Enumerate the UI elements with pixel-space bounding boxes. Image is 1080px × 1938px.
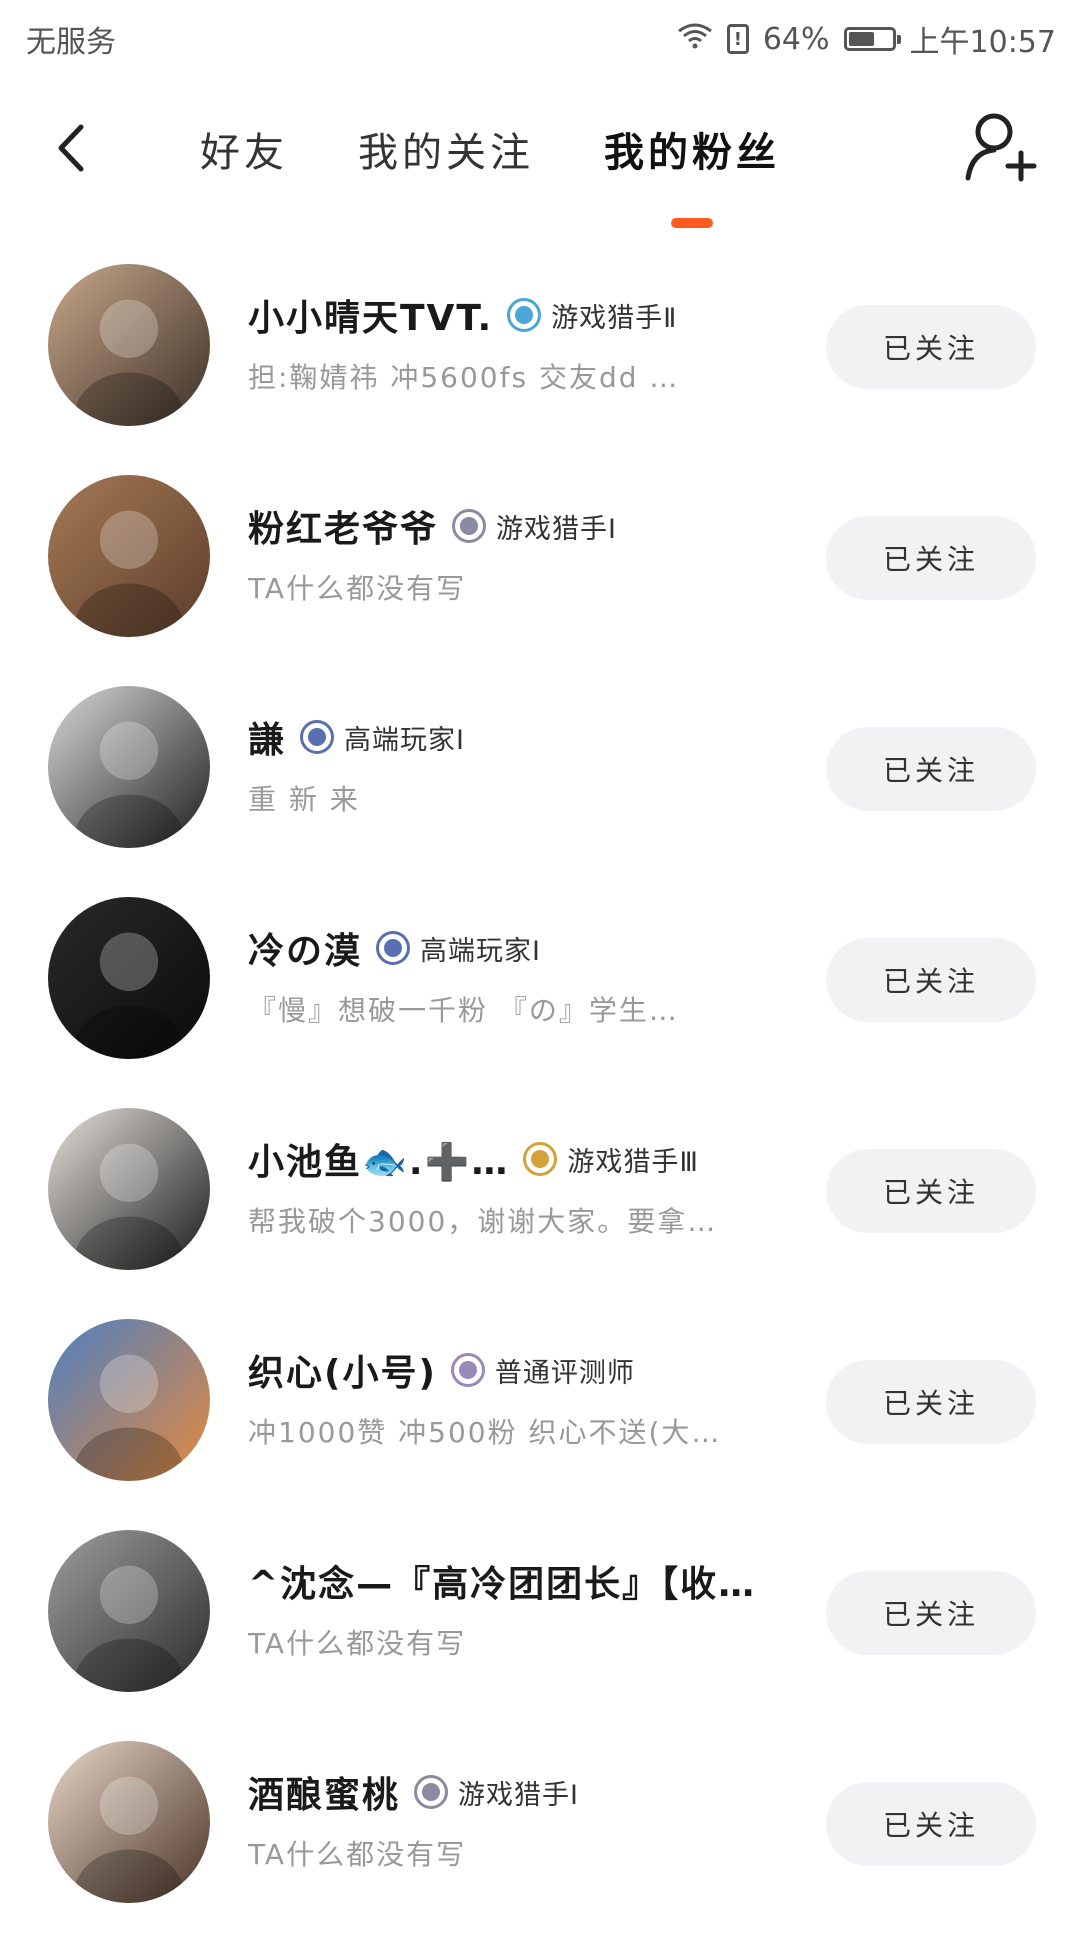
user-name[interactable]: 謙 [248,711,286,763]
level-badge-label: 游戏猎手Ⅰ [458,1779,579,1811]
list-item[interactable]: 小小晴天TVT. 游戏猎手Ⅱ 担:鞠婧祎 冲5600fs 交友dd … 已关注 [0,250,1080,461]
avatar[interactable] [48,1530,210,1692]
list-item[interactable]: 粉红老爷爷 游戏猎手Ⅰ TA什么都没有写 已关注 [0,461,1080,672]
sim-alert-icon: ! [726,24,749,54]
user-name[interactable]: 织心(小号) [248,1344,437,1396]
followed-button[interactable]: 已关注 [826,516,1036,600]
avatar[interactable] [48,897,210,1059]
level-badge-label: 游戏猎手Ⅲ [567,1146,699,1178]
user-bio: TA什么都没有写 [248,1627,467,1660]
followers-list: 小小晴天TVT. 游戏猎手Ⅱ 担:鞠婧祎 冲5600fs 交友dd … 已关注 … [0,250,1080,1938]
name-line: 冷の漠 高端玩家Ⅰ [248,923,808,973]
tab-following[interactable]: 我的关注 [358,118,534,188]
user-info: 粉红老爷爷 游戏猎手Ⅰ TA什么都没有写 [248,501,808,607]
user-bio: 『慢』想破一千粉 『の』学生… [248,994,679,1027]
level-badge-icon [414,1775,449,1809]
add-friend-button[interactable] [962,104,1042,194]
list-item[interactable]: 謙 高端玩家Ⅰ 重 新 来 已关注 [0,672,1080,883]
user-name[interactable]: 冷の漠 [248,922,362,974]
tab-friends-label: 好友 [200,130,288,176]
avatar[interactable] [48,686,210,848]
active-tab-indicator [671,218,713,228]
user-name[interactable]: ^沈念—『高冷团团长』【收… [248,1555,756,1607]
name-line: 謙 高端玩家Ⅰ [248,712,808,762]
level-badge-icon [376,931,411,965]
user-bio: 重 新 来 [248,783,360,816]
followed-button[interactable]: 已关注 [826,305,1036,389]
name-line: 小池鱼🐟.➕… 游戏猎手Ⅲ [248,1134,808,1184]
level-badge-label: 高端玩家Ⅰ [344,724,465,756]
user-info: ^沈念—『高冷团团长』【收… TA什么都没有写 [248,1556,808,1662]
user-bio: TA什么都没有写 [248,572,467,605]
avatar[interactable] [48,1319,210,1481]
list-item[interactable]: ^沈念—『高冷团团长』【收… TA什么都没有写 已关注 [0,1516,1080,1727]
user-bio: TA什么都没有写 [248,1838,467,1871]
followed-button[interactable]: 已关注 [826,727,1036,811]
list-item[interactable]: 织心(小号) 普通评测师 冲1000赞 冲500粉 织心不送(大… 已关注 [0,1305,1080,1516]
tab-followers[interactable]: 我的粉丝 [604,118,780,228]
tab-followers-label: 我的粉丝 [604,130,780,176]
clock: 上午10:57 [909,25,1056,60]
chevron-left-icon [58,124,84,172]
followed-button[interactable]: 已关注 [826,1782,1036,1866]
name-line: 酒酿蜜桃 游戏猎手Ⅰ [248,1767,808,1817]
name-line: 粉红老爷爷 游戏猎手Ⅰ [248,501,808,551]
level-badge-icon [450,1353,485,1387]
user-info: 謙 高端玩家Ⅰ 重 新 来 [248,712,808,818]
battery-icon [843,27,901,51]
name-line: ^沈念—『高冷团团长』【收… [248,1556,808,1606]
followed-button[interactable]: 已关注 [826,1360,1036,1444]
level-badge-label: 高端玩家Ⅰ [420,935,541,967]
user-name[interactable]: 小小晴天TVT. [248,289,493,341]
tab-following-label: 我的关注 [358,130,534,176]
name-line: 小小晴天TVT. 游戏猎手Ⅱ [248,290,808,340]
wifi-icon [677,21,713,57]
user-bio: 冲1000赞 冲500粉 织心不送(大… [248,1416,722,1449]
user-bio: 担:鞠婧祎 冲5600fs 交友dd … [248,361,680,394]
user-name[interactable]: 小池鱼🐟.➕… [248,1133,509,1185]
user-info: 小池鱼🐟.➕… 游戏猎手Ⅲ 帮我破个3000，谢谢大家。要拿… [248,1134,808,1240]
level-badge-icon [523,1142,558,1176]
header: 好友 我的关注 我的粉丝 [0,78,1080,228]
add-user-icon [965,113,1037,182]
tab-bar: 好友 我的关注 我的粉丝 [200,118,850,228]
user-bio: 帮我破个3000，谢谢大家。要拿… [248,1205,718,1238]
carrier-label: 无服务 [26,25,116,60]
user-info: 冷の漠 高端玩家Ⅰ 『慢』想破一千粉 『の』学生… [248,923,808,1029]
name-line: 织心(小号) 普通评测师 [248,1345,808,1395]
avatar[interactable] [48,1741,210,1903]
list-item[interactable]: 冷の漠 高端玩家Ⅰ 『慢』想破一千粉 『の』学生… 已关注 [0,883,1080,1094]
level-badge-label: 普通评测师 [494,1357,635,1389]
followed-button[interactable]: 已关注 [826,938,1036,1022]
avatar[interactable] [48,1108,210,1270]
followed-button[interactable]: 已关注 [826,1149,1036,1233]
status-bar: 无服务 ! 64% 上午10:57 [0,0,1080,78]
user-info: 酒酿蜜桃 游戏猎手Ⅰ TA什么都没有写 [248,1767,808,1873]
level-badge-label: 游戏猎手Ⅱ [551,302,678,334]
level-badge-label: 游戏猎手Ⅰ [496,513,617,545]
level-badge-icon [507,298,542,332]
status-icons: ! 64% 上午10:57 [677,17,1056,61]
level-badge-icon [452,509,487,543]
followed-button[interactable]: 已关注 [826,1571,1036,1655]
user-name[interactable]: 酒酿蜜桃 [248,1766,400,1818]
avatar[interactable] [48,475,210,637]
tab-friends[interactable]: 好友 [200,118,288,188]
user-info: 小小晴天TVT. 游戏猎手Ⅱ 担:鞠婧祎 冲5600fs 交友dd … [248,290,808,396]
user-info: 织心(小号) 普通评测师 冲1000赞 冲500粉 织心不送(大… [248,1345,808,1451]
level-badge-icon [300,720,335,754]
list-item[interactable]: 小池鱼🐟.➕… 游戏猎手Ⅲ 帮我破个3000，谢谢大家。要拿… 已关注 [0,1094,1080,1305]
list-item[interactable]: 酒酿蜜桃 游戏猎手Ⅰ TA什么都没有写 已关注 [0,1727,1080,1938]
back-button[interactable] [40,108,100,188]
battery-percent: 64% [762,21,830,57]
user-name[interactable]: 粉红老爷爷 [248,500,438,552]
avatar[interactable] [48,264,210,426]
